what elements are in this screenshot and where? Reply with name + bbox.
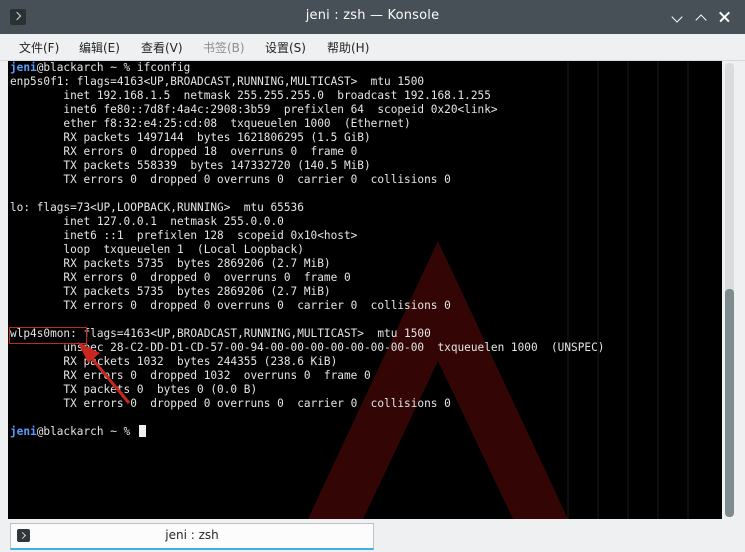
maximize-button[interactable] [692,8,710,26]
menu-view[interactable]: 查看(V) [141,39,183,56]
close-button[interactable] [716,8,734,26]
menu-edit[interactable]: 编辑(E) [79,39,120,56]
minimize-button[interactable] [668,8,686,26]
window-title: jeni : zsh — Konsole [305,8,440,23]
terminal-view[interactable]: jeni@blackarch ~ % ifconfig enp5s0f1: fla… [8,61,722,519]
menu-help[interactable]: 帮助(H) [327,39,369,56]
menu-file[interactable]: 文件(F) [19,39,59,56]
menu-bookmarks[interactable]: 书签(B) [203,39,245,56]
annotation-arrow [78,342,131,404]
scrollbar-thumb[interactable] [725,289,734,517]
tab-jeni-zsh[interactable]: jeni : zsh [10,523,374,550]
title-bar[interactable]: jeni : zsh — Konsole [0,0,745,34]
menu-bar: 文件(F) 编辑(E) 查看(V) 书签(B) 设置(S) 帮助(H) [0,34,745,61]
tab-label: jeni : zsh [165,528,219,542]
tab-bar: jeni : zsh [0,520,745,552]
menu-settings[interactable]: 设置(S) [265,39,306,56]
vertical-scrollbar[interactable] [722,61,737,519]
